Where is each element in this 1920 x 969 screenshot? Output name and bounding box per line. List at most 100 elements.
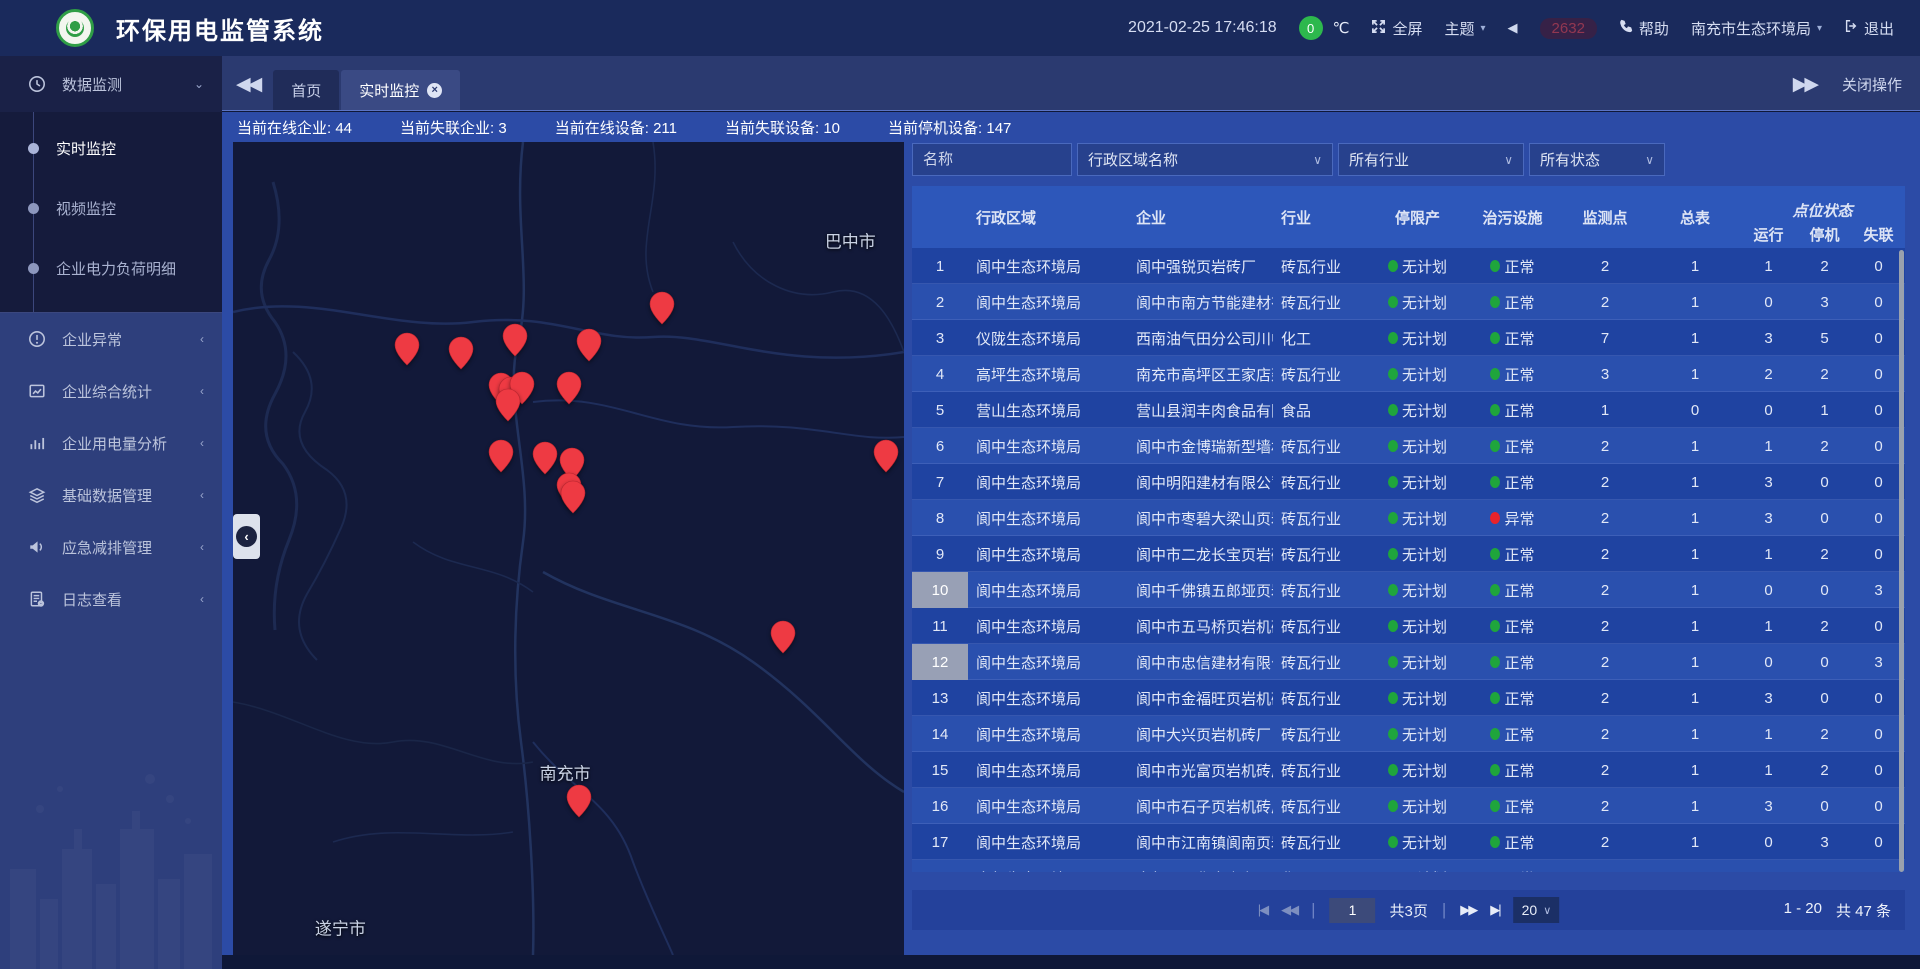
- first-page-button[interactable]: |◀: [1258, 902, 1267, 918]
- cell-run: 0: [1740, 834, 1797, 851]
- fullscreen-button[interactable]: 全屏: [1371, 18, 1422, 39]
- table-row[interactable]: 8阆中生态环境局阆中市枣碧大梁山页岩砖瓦行业无计划异常21300: [912, 500, 1905, 536]
- region-filter-select[interactable]: 行政区域名称 ∨: [1077, 143, 1333, 176]
- table-row[interactable]: 18南部生态环境局南部县砚化土陶有限公化工无计划正常50050: [912, 860, 1905, 872]
- org-menu[interactable]: 南充市生态环境局 ▾: [1691, 18, 1822, 39]
- table-row[interactable]: 17阆中生态环境局阆中市江南镇阆南页岩砖瓦行业无计划正常21030: [912, 824, 1905, 860]
- help-button[interactable]: 帮助: [1619, 18, 1669, 39]
- close-operations-button[interactable]: 关闭操作: [1842, 74, 1902, 95]
- page-size-select[interactable]: 20 ∨: [1514, 897, 1560, 923]
- map-pin[interactable]: [532, 441, 558, 475]
- table-scrollbar[interactable]: [1899, 250, 1904, 872]
- row-index: 11: [912, 608, 968, 644]
- row-index: 18: [912, 860, 968, 872]
- cell-lost: 0: [1852, 510, 1905, 527]
- table-row[interactable]: 4高坪生态环境局南充市高坪区王家店建砖瓦行业无计划正常31220: [912, 356, 1905, 392]
- tabs-scroll-right-button[interactable]: ▶▶: [1793, 73, 1816, 96]
- table-row[interactable]: 3仪陇生态环境局西南油气田分公司川中化工无计划正常71350: [912, 320, 1905, 356]
- stats-icon: [28, 382, 48, 400]
- chevron-left-icon: ‹: [200, 436, 204, 450]
- sound-icon[interactable]: ◀: [1508, 20, 1518, 36]
- table-row[interactable]: 6阆中生态环境局阆中市金博瑞新型墙材砖瓦行业无计划正常21120: [912, 428, 1905, 464]
- status-text: 无计划: [1402, 616, 1447, 637]
- status-text: 无计划: [1402, 868, 1447, 873]
- map-pin[interactable]: [495, 388, 521, 422]
- cell-limit: 无计划: [1370, 544, 1465, 565]
- cell-stop: 2: [1797, 438, 1852, 455]
- table-row[interactable]: 13阆中生态环境局阆中市金福旺页岩机砖砖瓦行业无计划正常21300: [912, 680, 1905, 716]
- status-text: 无计划: [1402, 688, 1447, 709]
- prev-page-button[interactable]: ◀◀: [1281, 902, 1297, 918]
- tabs-scroll-left-button[interactable]: ◀◀: [222, 73, 273, 110]
- theme-menu[interactable]: 主题 ▾: [1445, 18, 1486, 39]
- industry-filter-select[interactable]: 所有行业 ∨: [1338, 143, 1524, 176]
- cell-meters: 1: [1650, 690, 1740, 707]
- cell-region: 阆中生态环境局: [968, 652, 1128, 673]
- col-stop: 停机: [1797, 221, 1852, 248]
- cell-run: 0: [1740, 294, 1797, 311]
- map-pin[interactable]: [394, 332, 420, 366]
- tab-首页[interactable]: 首页: [273, 70, 339, 110]
- map-pin[interactable]: [560, 480, 586, 514]
- name-filter-input[interactable]: [923, 151, 1061, 168]
- cell-company: 阆中市忠信建材有限公: [1128, 652, 1273, 673]
- map-pin[interactable]: [770, 620, 796, 654]
- map-pin[interactable]: [502, 323, 528, 357]
- cell-limit: 无计划: [1370, 868, 1465, 873]
- next-page-button[interactable]: ▶▶: [1460, 902, 1476, 918]
- last-page-button[interactable]: ▶|: [1490, 902, 1499, 918]
- sidebar-subitem[interactable]: 实时监控: [0, 118, 222, 178]
- table-row[interactable]: 11阆中生态环境局阆中市五马桥页岩机砖砖瓦行业无计划正常21120: [912, 608, 1905, 644]
- status-dot-icon: [1388, 332, 1398, 344]
- sidebar-item-2[interactable]: 企业综合统计‹: [0, 365, 222, 417]
- chevron-left-icon: ‹: [200, 332, 204, 346]
- map-collapse-button[interactable]: ‹: [233, 514, 260, 559]
- table-row[interactable]: 10阆中生态环境局阆中千佛镇五郎垭页岩砖瓦行业无计划正常21003: [912, 572, 1905, 608]
- map-pin[interactable]: [649, 291, 675, 325]
- close-icon[interactable]: ×: [427, 83, 442, 98]
- sidebar-item-4[interactable]: 基础数据管理‹: [0, 469, 222, 521]
- status-filter-select[interactable]: 所有状态 ∨: [1529, 143, 1665, 176]
- sidebar-item-6[interactable]: 日志查看‹: [0, 573, 222, 625]
- table-row[interactable]: 2阆中生态环境局阆中市南方节能建材有砖瓦行业无计划正常21030: [912, 284, 1905, 320]
- cell-lost: 0: [1852, 798, 1905, 815]
- table-row[interactable]: 9阆中生态环境局阆中市二龙长宝页岩砖砖瓦行业无计划正常21120: [912, 536, 1905, 572]
- table-row[interactable]: 5营山生态环境局营山县润丰肉食品有限食品无计划正常10010: [912, 392, 1905, 428]
- map-pin[interactable]: [448, 336, 474, 370]
- cell-meters: 0: [1650, 402, 1740, 419]
- status-text: 正常: [1504, 652, 1534, 673]
- status-text: 无计划: [1402, 652, 1447, 673]
- sidebar-item-1[interactable]: 企业异常‹: [0, 313, 222, 365]
- table-row[interactable]: 16阆中生态环境局阆中市石子页岩机砖厂砖瓦行业无计划正常21300: [912, 788, 1905, 824]
- map-pin[interactable]: [873, 439, 899, 473]
- map-pin[interactable]: [556, 371, 582, 405]
- table-row[interactable]: 14阆中生态环境局阆中大兴页岩机砖厂砖瓦行业无计划正常21120: [912, 716, 1905, 752]
- sidebar-item-5[interactable]: 应急减排管理‹: [0, 521, 222, 573]
- table-row[interactable]: 7阆中生态环境局阆中明阳建材有限公司砖瓦行业无计划正常21300: [912, 464, 1905, 500]
- sidebar-item-3[interactable]: 企业用电量分析‹: [0, 417, 222, 469]
- map-pin[interactable]: [566, 784, 592, 818]
- tab-实时监控[interactable]: 实时监控×: [341, 70, 460, 110]
- name-filter-field[interactable]: [912, 143, 1072, 176]
- notification-badge[interactable]: 2632: [1540, 18, 1597, 39]
- logout-icon: [1844, 19, 1858, 37]
- table-row[interactable]: 12阆中生态环境局阆中市忠信建材有限公砖瓦行业无计划正常21003: [912, 644, 1905, 680]
- sidebar-item-0[interactable]: 数据监测⌄: [0, 56, 222, 112]
- logout-button[interactable]: 退出: [1844, 18, 1894, 39]
- cell-limit: 无计划: [1370, 616, 1465, 637]
- table-row[interactable]: 1阆中生态环境局阆中强锐页岩砖厂砖瓦行业无计划正常21120: [912, 248, 1905, 284]
- phone-icon: [1619, 19, 1633, 37]
- page-number-input[interactable]: [1330, 898, 1376, 923]
- sidebar-subitem[interactable]: 视频监控: [0, 178, 222, 238]
- table-row[interactable]: 15阆中生态环境局阆中市光富页岩机砖厂砖瓦行业无计划正常21120: [912, 752, 1905, 788]
- cell-points: 2: [1560, 834, 1650, 851]
- chevron-left-icon: ‹: [200, 592, 204, 606]
- sidebar-subitem[interactable]: 企业电力负荷明细: [0, 238, 222, 298]
- map-pin[interactable]: [576, 328, 602, 362]
- map-pin[interactable]: [488, 439, 514, 473]
- cell-points: 7: [1560, 330, 1650, 347]
- cell-meters: 1: [1650, 294, 1740, 311]
- row-index: 1: [912, 248, 968, 284]
- status-dot-icon: [1490, 260, 1500, 272]
- map-canvas[interactable]: 巴中市南充市遂宁市 ‹: [233, 142, 904, 955]
